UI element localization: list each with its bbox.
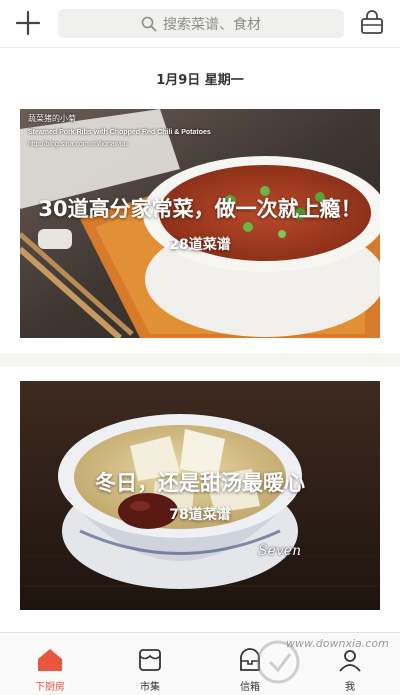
card-overlay: 冬日，还是甜汤最暖心 78道菜谱 [20,381,380,610]
card-overlay: 30道高分家常菜，做一次就上瘾！ 28道菜谱 [20,109,380,338]
site-watermark: www.downxia.com [250,630,400,694]
top-divider [0,47,400,48]
card-title: 冬日，还是甜汤最暖心 [95,470,305,495]
card-recipe-count: 78道菜谱 [169,506,231,523]
search-bar[interactable]: 搜索菜谱、食材 [58,9,344,38]
recipe-collection-card[interactable]: 蔬菜猪的小菊 Steamed Pork Ribs with Chopped Re… [20,109,380,338]
card-recipe-count: 28道菜谱 [169,236,231,253]
tab-kitchen[interactable]: 下厨房 [0,633,100,695]
home-icon [38,649,62,671]
search-icon [141,16,157,31]
tab-label: 市集 [140,682,160,693]
watermark-text: www.downxia.com [286,637,389,650]
card-title: 30道高分家常菜，做一次就上瘾！ [38,196,362,221]
market-icon [139,649,161,671]
tab-market[interactable]: 市集 [100,633,200,695]
feed-date: 1月9日 星期一 [156,73,244,88]
top-bar: 搜索菜谱、食材 [0,0,400,46]
add-recipe-icon[interactable] [14,9,42,37]
section-separator [0,353,400,367]
search-placeholder: 搜索菜谱、食材 [163,16,261,33]
shopping-basket-icon[interactable] [358,9,386,37]
recipe-collection-card[interactable]: Seven 冬日，还是甜汤最暖心 78道菜谱 [20,381,380,610]
tab-label: 下厨房 [35,682,65,693]
